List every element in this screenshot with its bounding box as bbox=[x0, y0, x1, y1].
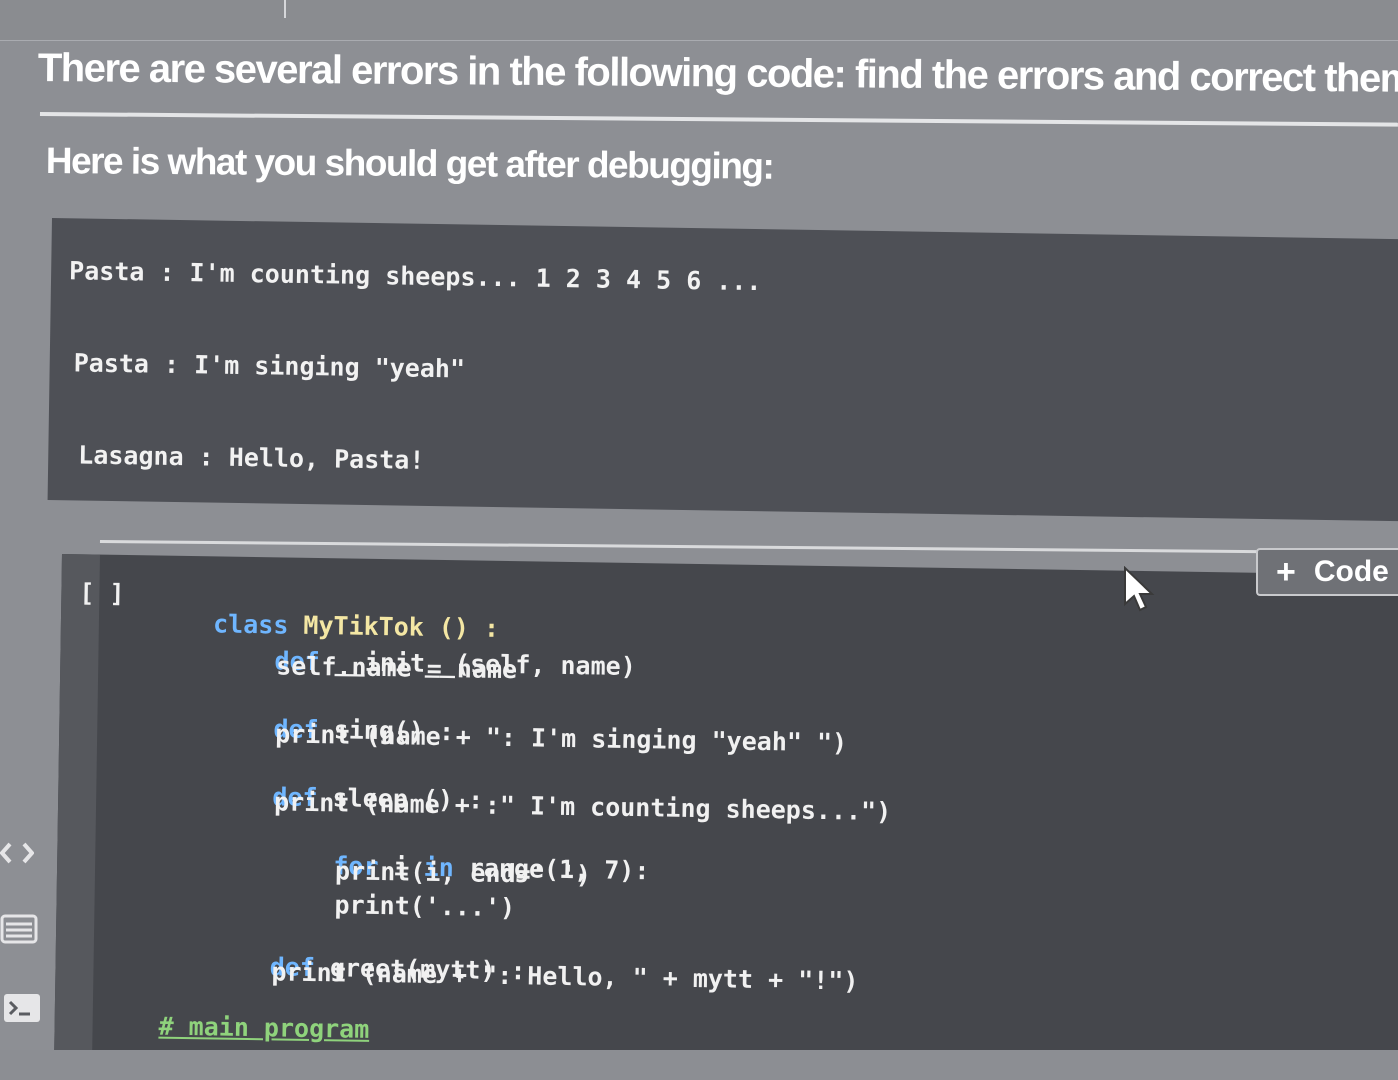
code-gutter bbox=[54, 554, 100, 1055]
code-brackets-icon[interactable] bbox=[0, 840, 34, 866]
toolbar-separator bbox=[284, 0, 286, 18]
instructions-subtitle: Here is what you should get after debugg… bbox=[45, 140, 774, 187]
top-toolbar-strip bbox=[0, 0, 1398, 41]
left-rail bbox=[0, 820, 50, 1040]
list-icon[interactable] bbox=[0, 914, 38, 944]
instructions-title: There are several errors in the followin… bbox=[37, 46, 1398, 101]
code-line-10: print('...') bbox=[334, 890, 516, 923]
code-cell[interactable]: [ ] class MyTikTok () : def __init__(sel… bbox=[54, 554, 1398, 1076]
terminal-icon[interactable] bbox=[2, 992, 42, 1024]
code-line-3: self.name = name bbox=[276, 651, 518, 685]
cell-divider bbox=[99, 540, 1398, 555]
output-line-2: Pasta : I'm singing "yeah" bbox=[73, 348, 466, 384]
instructions-divider bbox=[39, 112, 1398, 127]
add-code-cell-button[interactable]: + Code bbox=[1256, 548, 1398, 596]
run-cell-button[interactable]: [ ] bbox=[79, 578, 125, 608]
output-line-1: Pasta : I'm counting sheeps... 1 2 3 4 5… bbox=[68, 256, 762, 297]
add-code-label: Code bbox=[1313, 555, 1389, 588]
bottom-strip bbox=[0, 1050, 1398, 1080]
expected-output-block: Pasta : I'm counting sheeps... 1 2 3 4 5… bbox=[47, 218, 1398, 522]
code-line-13-comment: # main program bbox=[158, 1011, 370, 1044]
code-line-9: print(i, end=' ') bbox=[334, 856, 592, 890]
plus-icon: + bbox=[1276, 553, 1296, 591]
mouse-pointer-icon bbox=[1124, 566, 1155, 612]
output-line-3: Lasagna : Hello, Pasta! bbox=[78, 440, 425, 475]
